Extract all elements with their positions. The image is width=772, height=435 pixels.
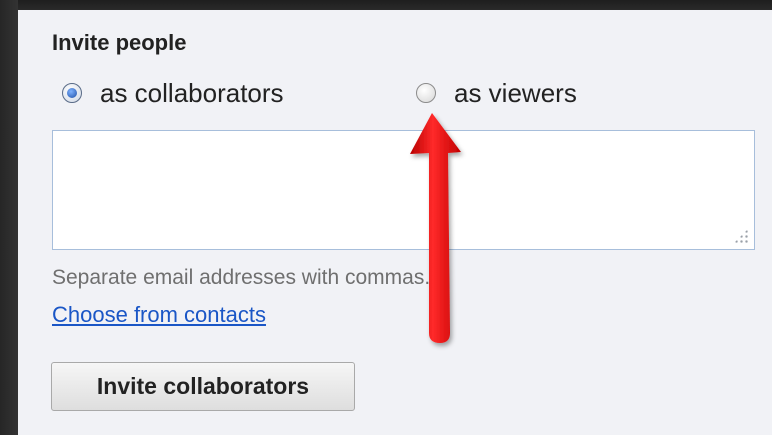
red-arrow-icon: [410, 113, 461, 343]
